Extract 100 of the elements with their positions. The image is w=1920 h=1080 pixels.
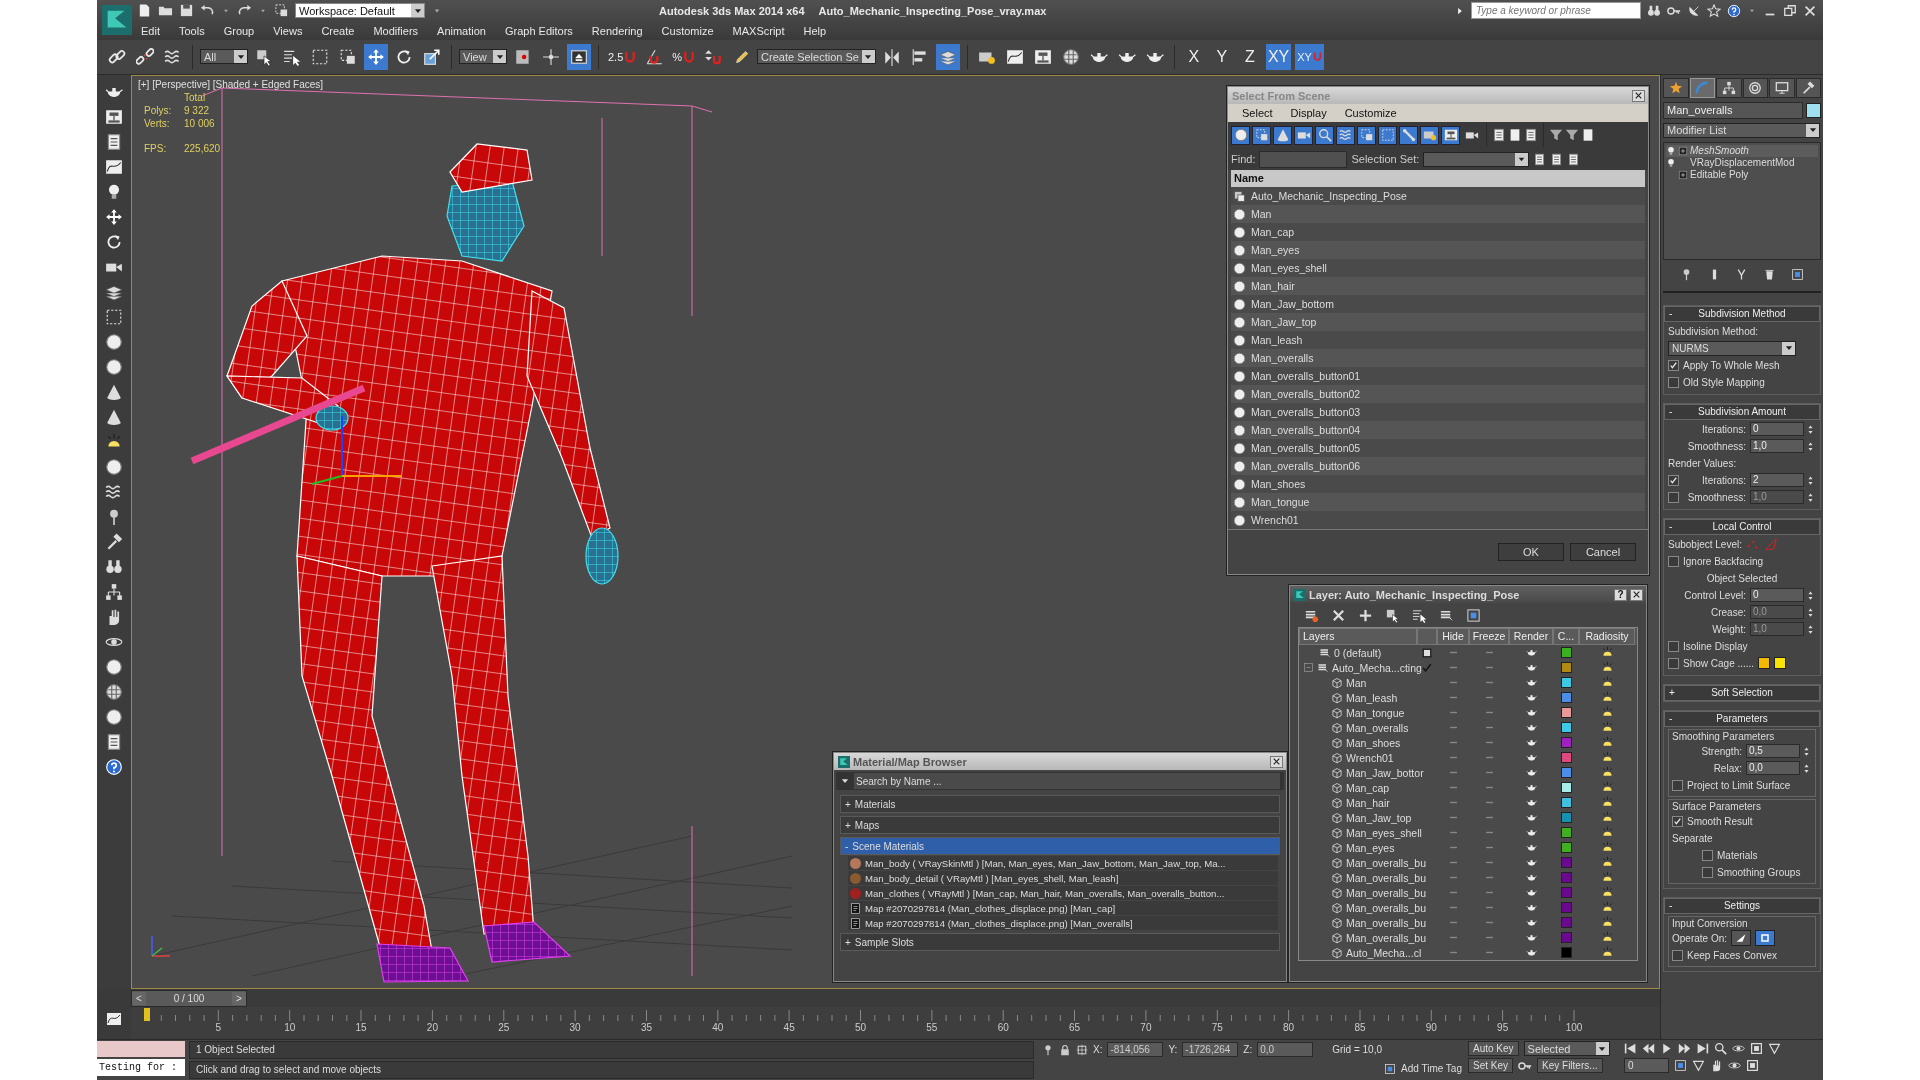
method-dropdown[interactable]: NURMS bbox=[1668, 340, 1796, 356]
layer-name[interactable]: 0 (default) bbox=[1334, 646, 1382, 659]
object-name-field[interactable]: Man_overalls bbox=[1663, 101, 1803, 119]
menu-item[interactable]: Help bbox=[803, 24, 827, 37]
object-name[interactable]: Man_eyes_shell bbox=[1346, 826, 1422, 839]
workspace-dropdown[interactable]: Workspace: Default bbox=[295, 3, 425, 18]
material-item[interactable]: Man_body_detail ( VRayMtl ) [Man_eyes_shell, Man_leash] bbox=[848, 871, 1278, 885]
menu-item[interactable]: MAXScript bbox=[732, 24, 785, 37]
material-item[interactable]: Man_clothes ( VRayMtl ) [Man_cap, Man_hair, Man_overalls, Man_overalls_button... bbox=[848, 886, 1278, 900]
menu-item[interactable]: Edit bbox=[141, 24, 160, 37]
object-name[interactable]: Man_overalls_bu bbox=[1346, 871, 1426, 884]
object-name[interactable]: Man_overalls_bu bbox=[1346, 856, 1426, 869]
category-header[interactable]: + Sample Slots bbox=[840, 933, 1280, 951]
spinner-field[interactable]: 0 bbox=[1750, 588, 1804, 603]
category-header[interactable]: + Materials bbox=[840, 795, 1280, 813]
frame-field[interactable]: 0 bbox=[1624, 1058, 1669, 1073]
object-name[interactable]: Man_leash bbox=[1346, 691, 1398, 704]
category-header[interactable]: - Scene Materials bbox=[840, 837, 1280, 855]
scene-object-row[interactable]: Man_overalls_button06 bbox=[1231, 457, 1645, 475]
column-header[interactable]: C... bbox=[1553, 628, 1579, 645]
modifier-item[interactable]: VRayDisplacementMod bbox=[1666, 156, 1818, 169]
object-name[interactable]: Wrench01 bbox=[1346, 751, 1394, 764]
object-name[interactable]: Man_overalls_bu bbox=[1346, 886, 1426, 899]
help-button[interactable]: ? bbox=[1614, 588, 1627, 601]
axis-constraint-button[interactable]: XY bbox=[1265, 43, 1292, 70]
axis-constraint-button[interactable]: XY bbox=[1295, 43, 1324, 70]
toolbar-dropdown[interactable]: All bbox=[200, 49, 248, 65]
column-header[interactable]: Radiosity bbox=[1579, 628, 1635, 645]
layer-name[interactable]: Auto_Mecha...cting bbox=[1332, 661, 1422, 674]
object-name[interactable]: Man_tongue bbox=[1346, 706, 1405, 719]
object-name[interactable]: Man_overalls_bu bbox=[1346, 901, 1426, 914]
axis-constraint-button[interactable]: Y bbox=[1209, 43, 1234, 70]
scene-object-row[interactable]: Man_overalls_button03 bbox=[1231, 403, 1645, 421]
toolbar-dropdown[interactable]: View bbox=[459, 49, 507, 65]
column-header[interactable]: Hide bbox=[1437, 628, 1469, 645]
column-header[interactable]: Freeze bbox=[1469, 628, 1509, 645]
scene-object-row[interactable]: Man_overalls_button01 bbox=[1231, 367, 1645, 385]
modifier-list-dropdown[interactable]: Modifier List bbox=[1663, 122, 1820, 138]
object-name[interactable]: Man bbox=[1346, 676, 1367, 689]
scene-object-row[interactable]: Man_Jaw_top bbox=[1231, 313, 1645, 331]
object-name[interactable]: Man_overalls bbox=[1346, 721, 1409, 734]
search-field[interactable]: Type a keyword or phrase bbox=[1471, 2, 1641, 19]
menu-item[interactable]: Graph Editors bbox=[504, 24, 573, 37]
column-header[interactable]: Name bbox=[1231, 170, 1645, 187]
set-key-button[interactable]: Set Key bbox=[1468, 1058, 1514, 1073]
scene-object-row[interactable]: Man_hair bbox=[1231, 277, 1645, 295]
scene-object-row[interactable]: Man_overalls_button04 bbox=[1231, 421, 1645, 439]
scene-object-row[interactable]: Man_cap bbox=[1231, 223, 1645, 241]
scene-object-row[interactable]: Man_shoes bbox=[1231, 475, 1645, 493]
key-filters-button[interactable]: Key Filters... bbox=[1537, 1058, 1603, 1073]
scene-object-row[interactable]: Man_eyes_shell bbox=[1231, 259, 1645, 277]
object-name[interactable]: Man_Jaw_bottor bbox=[1346, 766, 1424, 779]
menu-item[interactable]: Select bbox=[1242, 107, 1273, 119]
material-item[interactable]: Map #2070297814 (Man_clothes_displace.png) [Man_cap] bbox=[848, 901, 1278, 915]
scene-object-row[interactable]: Man_Jaw_bottom bbox=[1231, 295, 1645, 313]
menu-item[interactable]: Modifiers bbox=[373, 24, 419, 37]
scene-object-row[interactable]: Auto_Mechanic_Inspecting_Pose bbox=[1231, 187, 1645, 205]
material-item[interactable]: Map #2070297814 (Man_clothes_displace.png) [Man_overalls] bbox=[848, 916, 1278, 930]
column-header[interactable]: Layers bbox=[1299, 628, 1417, 645]
toolbar-dropdown[interactable]: Create Selection Se bbox=[757, 49, 876, 65]
material-item[interactable]: Man_body ( VRaySkinMtl ) [Man, Man_eyes, Man_Jaw_bottom, Man_Jaw_top, Ma... bbox=[848, 856, 1278, 870]
time-tag-label[interactable]: Add Time Tag bbox=[1401, 1063, 1462, 1074]
object-name[interactable]: Man_overalls_bu bbox=[1346, 931, 1426, 944]
spinner-field[interactable]: 0 bbox=[1750, 422, 1804, 437]
object-name[interactable]: Man_hair bbox=[1346, 796, 1390, 809]
coordinate-field[interactable]: -1726,264 bbox=[1182, 1042, 1239, 1057]
scene-object-row[interactable]: Man_overalls_button05 bbox=[1231, 439, 1645, 457]
next-frame-button[interactable]: > bbox=[232, 991, 246, 1005]
key-mode-dropdown[interactable]: Selected bbox=[1523, 1041, 1610, 1056]
modifier-item[interactable]: MeshSmooth bbox=[1666, 144, 1818, 157]
scene-object-row[interactable]: Man_tongue bbox=[1231, 493, 1645, 511]
rollout-header[interactable]: - Settings bbox=[1664, 897, 1820, 914]
modifier-item[interactable]: Editable Poly bbox=[1666, 168, 1818, 181]
rollout-header[interactable]: - Subdivision Amount bbox=[1664, 403, 1820, 420]
spinner-field[interactable]: 0,5 bbox=[1746, 744, 1800, 759]
menu-item[interactable]: Create bbox=[321, 24, 355, 37]
time-slider-thumb[interactable]: < 0 / 100 > bbox=[131, 989, 247, 1007]
listener-input[interactable]: Testing for : bbox=[97, 1059, 185, 1076]
dialog-button[interactable]: OK bbox=[1498, 543, 1564, 561]
menu-item[interactable]: Tools bbox=[178, 24, 205, 37]
dialog-button[interactable]: Cancel bbox=[1570, 543, 1636, 561]
scene-object-row[interactable]: Man_overalls_button02 bbox=[1231, 385, 1645, 403]
menu-item[interactable]: Views bbox=[273, 24, 303, 37]
spinner-field[interactable]: 1,0 bbox=[1750, 439, 1804, 454]
menu-item[interactable]: Customize bbox=[1344, 107, 1397, 119]
spinner-field[interactable]: 0,0 bbox=[1746, 761, 1800, 776]
viewport-label[interactable]: [+] [Perspective] [Shaded + Edged Faces] bbox=[138, 78, 324, 90]
object-name[interactable]: Man_eyes bbox=[1346, 841, 1395, 854]
toolbar-button[interactable]: 2.5 bbox=[606, 43, 639, 70]
scene-object-row[interactable]: Wrench01 bbox=[1231, 511, 1645, 529]
auto-key-button[interactable]: Auto Key bbox=[1468, 1041, 1519, 1056]
object-name[interactable]: Man_cap bbox=[1346, 781, 1390, 794]
modifier-stack[interactable]: MeshSmooth VRayDisplacementMod Editable Poly bbox=[1663, 141, 1821, 260]
coordinate-field[interactable]: 0,0 bbox=[1257, 1042, 1314, 1057]
object-name[interactable]: Man_Jaw_top bbox=[1346, 811, 1412, 824]
menu-item[interactable]: Display bbox=[1290, 107, 1327, 119]
coordinate-field[interactable]: -814,056 bbox=[1107, 1042, 1164, 1057]
rollout-header[interactable]: - Parameters bbox=[1664, 710, 1820, 727]
menu-item[interactable]: Group bbox=[223, 24, 255, 37]
rollout-header[interactable]: + Soft Selection bbox=[1664, 684, 1820, 701]
